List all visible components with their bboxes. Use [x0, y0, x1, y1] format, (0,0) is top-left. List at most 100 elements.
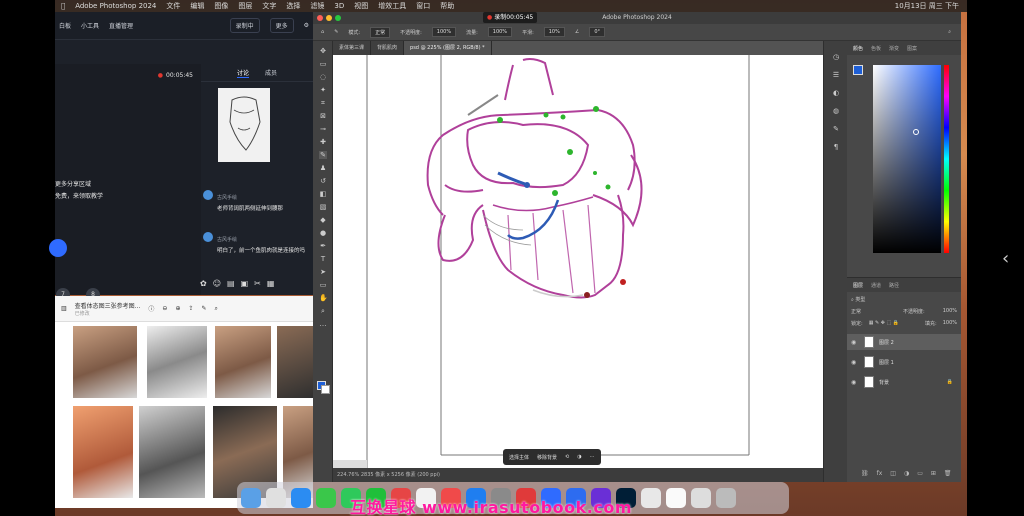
eraser-icon[interactable]: ◧ [319, 190, 327, 198]
opacity-input[interactable]: 100% [431, 27, 457, 37]
safari-icon[interactable] [291, 488, 311, 508]
minimize-icon[interactable] [326, 15, 332, 21]
new-layer-icon[interactable]: ⊞ [931, 470, 936, 477]
messages-icon[interactable] [316, 488, 336, 508]
reference-photo[interactable] [139, 406, 205, 498]
menu-item[interactable]: 编辑 [190, 1, 204, 11]
trash-icon[interactable]: 🗑 [944, 470, 952, 477]
adjust-icon[interactable]: ◑ [577, 454, 581, 460]
tab-paths[interactable]: 路径 [889, 282, 899, 289]
healing-brush-icon[interactable]: ✚ [319, 138, 327, 146]
zoom-in-icon[interactable]: ⊕ [175, 305, 180, 312]
eye-icon[interactable]: ◉ [851, 339, 859, 346]
tab-layers[interactable]: 图层 [853, 282, 863, 289]
gradient-icon[interactable]: ▧ [319, 203, 327, 211]
libraries-icon[interactable]: ◍ [832, 107, 840, 115]
link-icon[interactable]: ⛓ [861, 470, 869, 477]
layer-row[interactable]: ◉ 图层 1 [847, 354, 961, 370]
close-icon[interactable] [317, 15, 323, 21]
share-icon[interactable]: ⇪ [188, 305, 193, 312]
blur-icon[interactable]: ◆ [319, 216, 327, 224]
reference-photo[interactable] [215, 326, 271, 398]
type-tool-icon[interactable]: T [319, 255, 327, 263]
remove-background-button[interactable]: 移除背景 [537, 454, 557, 461]
eye-icon[interactable]: ◉ [851, 379, 859, 386]
frame-tool-icon[interactable]: ⊠ [319, 112, 327, 120]
menu-item[interactable]: 滤镜 [310, 1, 324, 11]
crop-tool-icon[interactable]: ⌗ [319, 99, 327, 107]
reference-photo[interactable] [147, 326, 207, 398]
fx-icon[interactable]: fx [877, 470, 883, 477]
document-icon[interactable] [666, 488, 686, 508]
mask-icon[interactable]: ◫ [890, 470, 896, 477]
background-color-swatch[interactable] [321, 385, 330, 394]
chevron-left-icon[interactable]: ‹ [1002, 248, 1009, 269]
folder-icon[interactable]: ▭ [917, 470, 923, 477]
menu-item[interactable]: 帮助 [440, 1, 454, 11]
history-brush-icon[interactable]: ↺ [319, 177, 327, 185]
launchpad-icon[interactable] [266, 488, 286, 508]
reference-photo[interactable] [73, 406, 133, 498]
lasso-tool-icon[interactable]: ◌ [319, 73, 327, 81]
more-icon[interactable]: ⋯ [590, 454, 595, 460]
pen-tool-icon[interactable]: ✒ [319, 242, 327, 250]
menu-item[interactable]: 文件 [166, 1, 180, 11]
hand-tool-icon[interactable]: ✋ [319, 294, 328, 302]
menu-item[interactable]: 视图 [354, 1, 368, 11]
apple-icon[interactable]:  [61, 2, 65, 10]
dodge-icon[interactable]: ● [319, 229, 327, 237]
home-icon[interactable]: ⌂ [321, 29, 324, 35]
document-icon[interactable] [691, 488, 711, 508]
whiteboard-button[interactable]: 白板 [59, 21, 71, 30]
color-panel-fg-swatch[interactable] [853, 65, 863, 75]
finder-icon[interactable] [241, 488, 261, 508]
image-icon[interactable]: ▣ [241, 279, 249, 288]
tab-discussion[interactable]: 讨论 [236, 68, 249, 78]
magic-wand-icon[interactable]: ✦ [319, 86, 327, 94]
scissors-icon[interactable]: ✂ [254, 279, 261, 288]
reference-photo[interactable] [73, 326, 137, 398]
trash-icon[interactable] [716, 488, 736, 508]
artboard-tool-icon[interactable]: ▭ [319, 60, 327, 68]
canvas[interactable] [333, 55, 823, 468]
flow-input[interactable]: 100% [487, 27, 513, 37]
grid-icon[interactable]: ▦ [267, 279, 275, 288]
markup-icon[interactable]: ✎ [202, 305, 207, 312]
reference-photo[interactable] [277, 326, 313, 398]
shape-tool-icon[interactable]: ▭ [319, 281, 327, 289]
menu-item[interactable]: 选择 [286, 1, 300, 11]
torso-sketch[interactable] [333, 55, 823, 468]
tab-channels[interactable]: 通道 [871, 282, 881, 289]
zoom-tool-icon[interactable]: ⌕ [319, 307, 327, 315]
history-icon[interactable]: ◷ [832, 53, 840, 61]
live-manage-button[interactable]: 直播管理 [109, 21, 133, 30]
more-tools-icon[interactable]: … [319, 320, 327, 328]
avatar[interactable] [203, 189, 213, 200]
layer-opacity-input[interactable]: 100% [943, 308, 957, 315]
angle-input[interactable]: 0° [589, 27, 606, 37]
avatar[interactable] [203, 231, 213, 242]
maximize-icon[interactable] [335, 15, 341, 21]
emoji-icon[interactable]: ☺ [213, 279, 221, 288]
tab-gradients[interactable]: 渐变 [889, 45, 899, 52]
widgets-button[interactable]: 小工具 [81, 21, 99, 30]
search-icon[interactable]: ⌕ [215, 305, 218, 313]
tab-color[interactable]: 颜色 [853, 45, 863, 52]
move-tool-icon[interactable]: ✥ [319, 47, 327, 55]
doc-tab-active[interactable]: psd @ 225% (图层 2, RGB/8) * [404, 41, 492, 55]
search-icon[interactable]: ⌕ [948, 29, 961, 35]
eyedropper-icon[interactable]: ⊸ [319, 125, 327, 133]
hue-slider[interactable] [944, 65, 949, 253]
preview-icon[interactable] [641, 488, 661, 508]
recording-badge[interactable]: 录制00:05:45 [483, 12, 538, 23]
transform-icon[interactable]: ⟲ [565, 454, 569, 460]
mode-select[interactable]: 正常 [370, 26, 391, 38]
properties-icon[interactable]: ☰ [832, 71, 840, 79]
menubar-clock[interactable]: 10月13日 周三 下午 [895, 1, 959, 11]
tab-swatches[interactable]: 色板 [871, 45, 881, 52]
tab-members[interactable]: 成员 [265, 68, 277, 77]
menu-item[interactable]: 3D [334, 2, 344, 10]
smooth-input[interactable]: 10% [543, 27, 565, 37]
menu-item[interactable]: 增效工具 [378, 1, 406, 11]
brush-icon[interactable]: ✎ [334, 29, 338, 35]
